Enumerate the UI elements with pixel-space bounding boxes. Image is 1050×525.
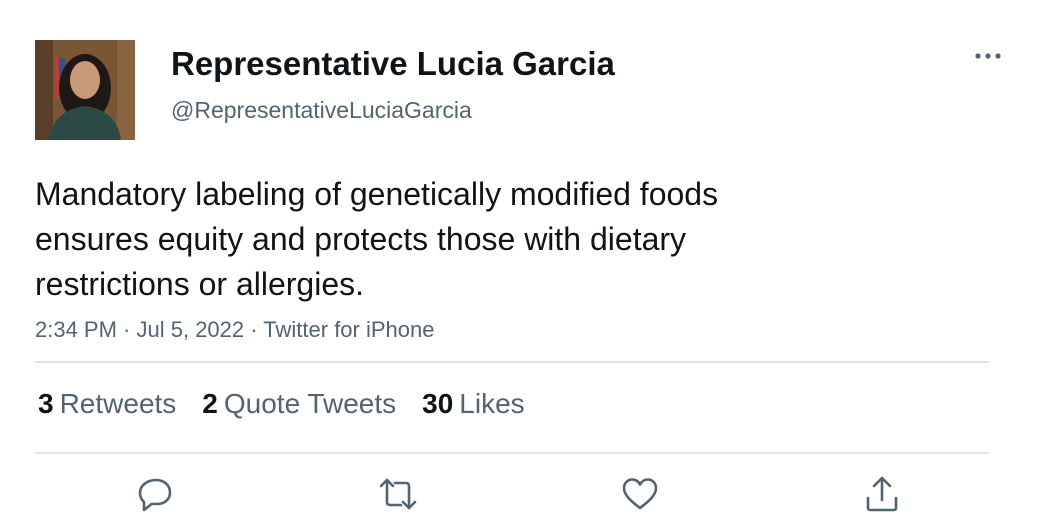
avatar-image bbox=[35, 40, 135, 140]
meta-separator: · bbox=[116, 317, 137, 342]
quote-tweets-stat[interactable]: 2 Quote Tweets bbox=[202, 386, 396, 422]
retweets-label: Retweets bbox=[59, 388, 177, 419]
divider bbox=[35, 361, 989, 363]
tweet-stats: 3 Retweets 2 Quote Tweets 30 Likes bbox=[38, 386, 551, 422]
retweets-stat[interactable]: 3 Retweets bbox=[38, 386, 176, 422]
heart-icon[interactable] bbox=[620, 474, 660, 514]
reply-icon[interactable] bbox=[136, 474, 176, 514]
meta-separator: · bbox=[244, 317, 264, 342]
avatar[interactable] bbox=[35, 40, 135, 140]
divider bbox=[35, 452, 989, 454]
tweet-date[interactable]: Jul 5, 2022 bbox=[137, 317, 245, 342]
tweet-source[interactable]: Twitter for iPhone bbox=[263, 317, 434, 342]
quote-tweets-label: Quote Tweets bbox=[223, 388, 397, 419]
likes-stat[interactable]: 30 Likes bbox=[422, 386, 525, 422]
retweets-count: 3 bbox=[38, 388, 54, 419]
display-name[interactable]: Representative Lucia Garcia bbox=[171, 44, 615, 84]
tweet-meta: 2:34 PM · Jul 5, 2022 · Twitter for iPho… bbox=[35, 316, 434, 344]
share-icon[interactable] bbox=[862, 474, 902, 514]
tweet-time[interactable]: 2:34 PM bbox=[35, 317, 117, 342]
likes-label: Likes bbox=[459, 388, 525, 419]
retweet-icon[interactable] bbox=[378, 474, 418, 514]
quote-tweets-count: 2 bbox=[202, 388, 218, 419]
user-handle[interactable]: @RepresentativeLuciaGarcia bbox=[171, 96, 472, 124]
tweet-text: Mandatory labeling of genetically modifi… bbox=[35, 176, 719, 302]
likes-count: 30 bbox=[422, 388, 454, 419]
more-horizontal-icon[interactable] bbox=[970, 44, 1006, 68]
